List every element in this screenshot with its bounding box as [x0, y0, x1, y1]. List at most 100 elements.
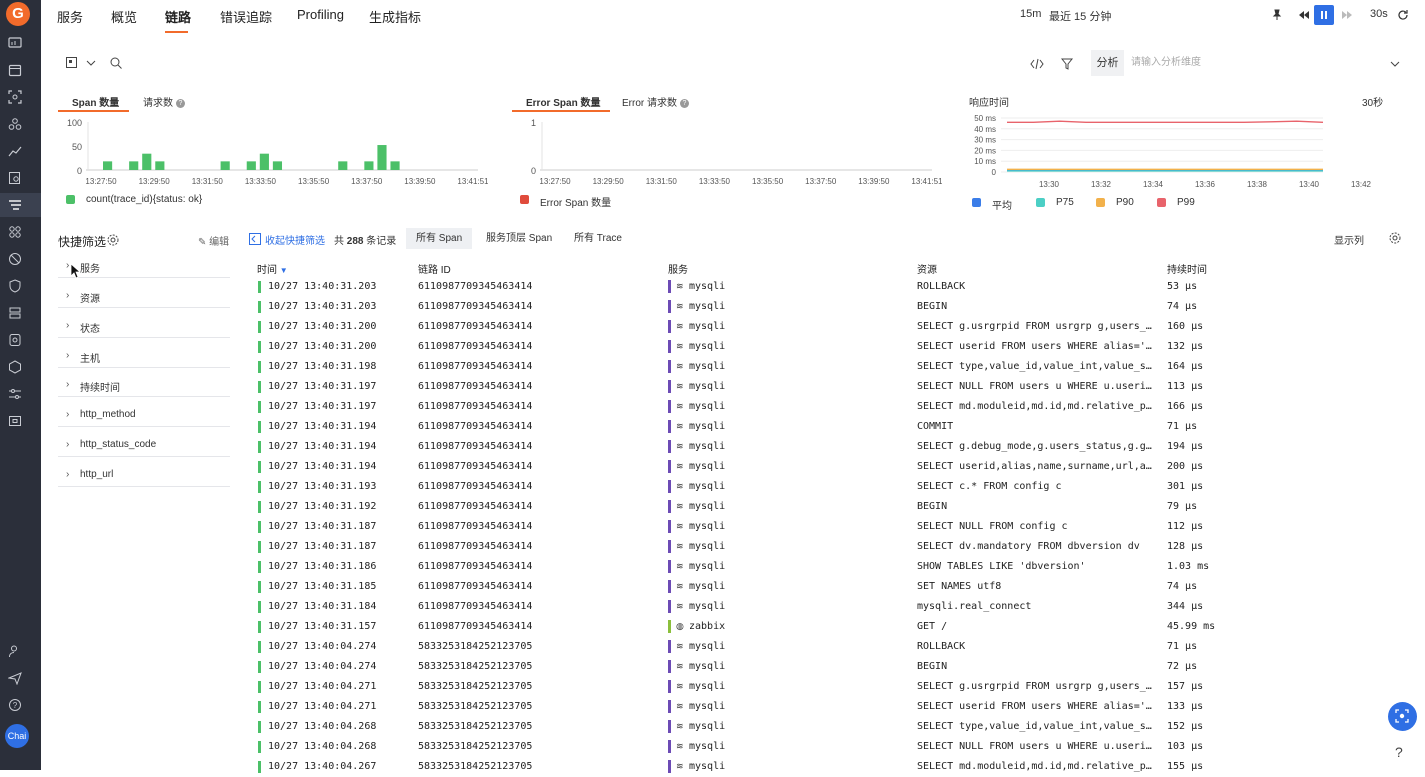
- facet-http-status-code[interactable]: › http_status_code: [58, 436, 230, 457]
- code-icon[interactable]: [1030, 57, 1044, 71]
- cell-service[interactable]: mysqli: [689, 681, 725, 692]
- cell-trace-id[interactable]: 6110987709345463414: [418, 541, 532, 552]
- analyze-dimension-input[interactable]: 请输入分析维度: [1131, 50, 1401, 76]
- tab-error-request-count[interactable]: Error 请求数?: [622, 94, 689, 109]
- cell-trace-id[interactable]: 6110987709345463414: [418, 401, 532, 412]
- cell-trace-id[interactable]: 5833253184252123705: [418, 721, 532, 732]
- apps-icon[interactable]: [8, 225, 22, 239]
- cell-service[interactable]: mysqli: [689, 541, 725, 552]
- tab-span-count[interactable]: Span 数量: [72, 94, 119, 109]
- table-row[interactable]: 10/27 13:40:04.267 5833253184252123705 ≋ my…: [257, 757, 1417, 777]
- column-header-duration[interactable]: 持续时间: [1167, 261, 1207, 276]
- segment-all-spans[interactable]: 所有 Span: [406, 228, 473, 249]
- cell-service[interactable]: mysqli: [689, 321, 725, 332]
- trace-icon[interactable]: [8, 198, 22, 212]
- tab-traces[interactable]: 链路: [165, 7, 191, 26]
- rum-icon[interactable]: [8, 252, 22, 266]
- calendar-icon[interactable]: [8, 63, 22, 77]
- table-row[interactable]: 10/27 13:40:31.193 6110987709345463414 ≋ my…: [257, 477, 1417, 497]
- cell-service[interactable]: mysqli: [689, 701, 725, 712]
- tab-error-span-count[interactable]: Error Span 数量: [526, 94, 600, 109]
- facet-service[interactable]: › 服务: [58, 257, 230, 278]
- cell-trace-id[interactable]: 5833253184252123705: [418, 661, 532, 672]
- table-row[interactable]: 10/27 13:40:04.271 5833253184252123705 ≋ my…: [257, 697, 1417, 717]
- edit-filters-link[interactable]: ✎ 编辑: [198, 233, 229, 248]
- cell-trace-id[interactable]: 6110987709345463414: [418, 341, 532, 352]
- table-row[interactable]: 10/27 13:40:31.186 6110987709345463414 ≋ my…: [257, 557, 1417, 577]
- tab-request-count[interactable]: 请求数?: [143, 94, 185, 109]
- cell-trace-id[interactable]: 6110987709345463414: [418, 521, 532, 532]
- cell-service[interactable]: mysqli: [689, 301, 725, 312]
- cell-service[interactable]: mysqli: [689, 641, 725, 652]
- help-icon[interactable]: ?: [176, 98, 185, 108]
- cell-service[interactable]: mysqli: [689, 341, 725, 352]
- rewind-icon[interactable]: [1294, 5, 1314, 25]
- segment-service-top-spans[interactable]: 服务顶层 Span: [476, 228, 562, 249]
- cell-service[interactable]: mysqli: [689, 721, 725, 732]
- table-row[interactable]: 10/27 13:40:31.157 6110987709345463414 ◍ za…: [257, 617, 1417, 637]
- cell-service[interactable]: mysqli: [689, 521, 725, 532]
- column-header-trace-id[interactable]: 链路 ID: [418, 261, 451, 276]
- cell-trace-id[interactable]: 6110987709345463414: [418, 461, 532, 472]
- user-icon[interactable]: [8, 644, 22, 658]
- sort-desc-icon[interactable]: ▼: [280, 266, 288, 275]
- table-row[interactable]: 10/27 13:40:31.192 6110987709345463414 ≋ my…: [257, 497, 1417, 517]
- refresh-icon[interactable]: [1393, 5, 1413, 25]
- cell-trace-id[interactable]: 6110987709345463414: [418, 381, 532, 392]
- table-row[interactable]: 10/27 13:40:31.184 6110987709345463414 ≋ my…: [257, 597, 1417, 617]
- facet-status[interactable]: › 状态: [58, 317, 230, 338]
- cell-service[interactable]: mysqli: [689, 441, 725, 452]
- dashboard-icon[interactable]: [8, 36, 22, 50]
- cell-trace-id[interactable]: 6110987709345463414: [418, 481, 532, 492]
- search-icon[interactable]: [109, 56, 123, 70]
- cell-service[interactable]: mysqli: [689, 421, 725, 432]
- help-icon[interactable]: ?: [680, 98, 689, 108]
- table-row[interactable]: 10/27 13:40:31.200 6110987709345463414 ≋ my…: [257, 337, 1417, 357]
- cell-trace-id[interactable]: 5833253184252123705: [418, 761, 532, 772]
- cell-trace-id[interactable]: 5833253184252123705: [418, 681, 532, 692]
- table-row[interactable]: 10/27 13:40:31.197 6110987709345463414 ≋ my…: [257, 397, 1417, 417]
- cell-service[interactable]: mysqli: [689, 741, 725, 752]
- tab-generate-metrics[interactable]: 生成指标: [369, 7, 421, 26]
- column-header-time[interactable]: 时间 ▼: [257, 261, 288, 276]
- facet-resource[interactable]: › 资源: [58, 287, 230, 308]
- table-row[interactable]: 10/27 13:40:31.203 6110987709345463414 ≋ my…: [257, 297, 1417, 317]
- app-logo[interactable]: G: [6, 2, 30, 26]
- help-question-icon[interactable]: ?: [1395, 744, 1403, 760]
- table-row[interactable]: 10/27 13:40:31.198 6110987709345463414 ≋ my…: [257, 357, 1417, 377]
- gear-icon[interactable]: [106, 233, 120, 247]
- tab-error-tracking[interactable]: 错误追踪: [220, 7, 272, 26]
- cell-trace-id[interactable]: 6110987709345463414: [418, 421, 532, 432]
- cell-service[interactable]: mysqli: [689, 381, 725, 392]
- time-range-short[interactable]: 15m: [1020, 8, 1041, 20]
- cell-trace-id[interactable]: 6110987709345463414: [418, 561, 532, 572]
- cell-service[interactable]: mysqli: [689, 501, 725, 512]
- facet-http-url[interactable]: › http_url: [58, 466, 230, 487]
- cell-trace-id[interactable]: 6110987709345463414: [418, 501, 532, 512]
- cell-service[interactable]: mysqli: [689, 581, 725, 592]
- cell-trace-id[interactable]: 5833253184252123705: [418, 641, 532, 652]
- help-icon[interactable]: ?: [8, 698, 22, 712]
- table-row[interactable]: 10/27 13:40:31.200 6110987709345463414 ≋ my…: [257, 317, 1417, 337]
- cell-trace-id[interactable]: 6110987709345463414: [418, 281, 532, 292]
- table-row[interactable]: 10/27 13:40:31.203 6110987709345463414 ≋ my…: [257, 277, 1417, 297]
- table-row[interactable]: 10/27 13:40:31.197 6110987709345463414 ≋ my…: [257, 377, 1417, 397]
- collapse-panel-icon[interactable]: [248, 232, 262, 246]
- table-row[interactable]: 10/27 13:40:31.187 6110987709345463414 ≋ my…: [257, 517, 1417, 537]
- log-search-icon[interactable]: [8, 171, 22, 185]
- table-row[interactable]: 10/27 13:40:31.187 6110987709345463414 ≋ my…: [257, 537, 1417, 557]
- column-header-service[interactable]: 服务: [668, 261, 688, 276]
- avatar[interactable]: Chai: [5, 724, 29, 748]
- table-row[interactable]: 10/27 13:40:04.274 5833253184252123705 ≋ my…: [257, 657, 1417, 677]
- cluster-icon[interactable]: [8, 117, 22, 131]
- cell-trace-id[interactable]: 5833253184252123705: [418, 741, 532, 752]
- send-icon[interactable]: [8, 671, 22, 685]
- cell-service[interactable]: mysqli: [689, 401, 725, 412]
- table-row[interactable]: 10/27 13:40:31.185 6110987709345463414 ≋ my…: [257, 577, 1417, 597]
- facet-duration[interactable]: › 持续时间: [58, 376, 230, 397]
- facet-http-method[interactable]: › http_method: [58, 406, 230, 427]
- cell-trace-id[interactable]: 6110987709345463414: [418, 581, 532, 592]
- cube-icon[interactable]: [8, 360, 22, 374]
- tab-services[interactable]: 服务: [57, 7, 83, 26]
- cell-service[interactable]: mysqli: [689, 561, 725, 572]
